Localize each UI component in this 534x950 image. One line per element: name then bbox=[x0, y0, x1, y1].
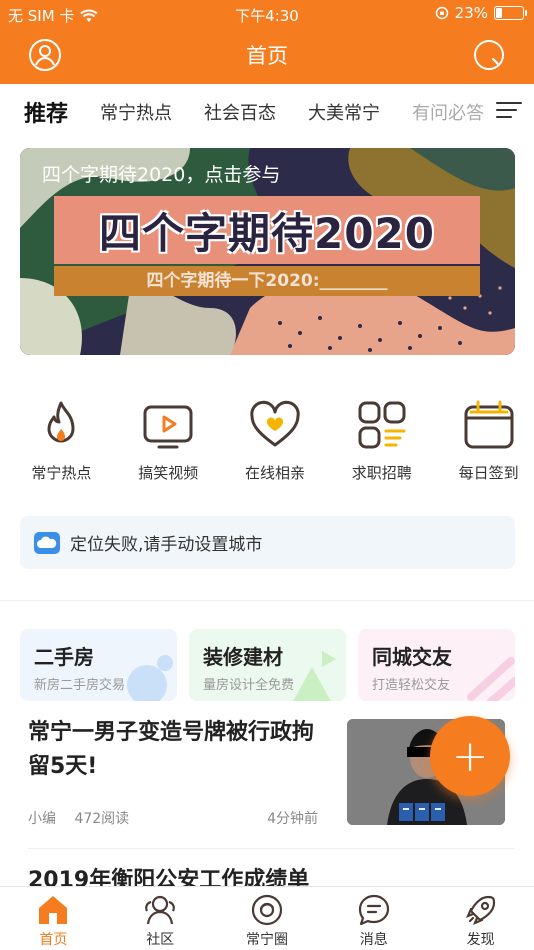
nav-circle[interactable]: 常宁圈 bbox=[214, 887, 321, 950]
feature-label: 常宁热点 bbox=[31, 464, 92, 482]
news-headline[interactable]: 常宁一男子变造号牌被行政拘留5天! bbox=[28, 716, 328, 784]
tab-society[interactable]: 社会百态 bbox=[204, 99, 276, 125]
nav-home[interactable]: 首页 bbox=[0, 887, 107, 950]
triangles-decoration-icon bbox=[293, 651, 336, 701]
nav-label: 常宁圈 bbox=[245, 932, 288, 948]
channel-menu-icon[interactable] bbox=[496, 102, 522, 122]
location-notice[interactable]: 定位失败,请手动设置城市 bbox=[20, 516, 515, 569]
rocket-icon bbox=[465, 895, 495, 926]
orientation-lock-icon bbox=[435, 6, 448, 20]
feature-dating[interactable]: 在线相亲 bbox=[230, 398, 321, 483]
banner-headline: 四个字期待2020 bbox=[54, 196, 480, 264]
app-header: 无 SIM 卡 下午4:30 23% 首页 bbox=[0, 0, 534, 84]
nav-community[interactable]: 社区 bbox=[107, 887, 214, 950]
feature-label: 每日签到 bbox=[458, 464, 519, 482]
promo-banner[interactable]: 四个字期待2020，点击参与 四个字期待2020 四个字期待一下2020:___… bbox=[20, 148, 515, 355]
nav-label: 首页 bbox=[39, 932, 68, 948]
stripes-decoration-icon bbox=[467, 657, 515, 701]
nav-discover[interactable]: 发现 bbox=[427, 887, 534, 950]
feature-label: 求职招聘 bbox=[351, 464, 412, 482]
page-title: 首页 bbox=[246, 44, 288, 68]
location-notice-text: 定位失败,请手动设置城市 bbox=[70, 535, 263, 555]
status-bar: 无 SIM 卡 下午4:30 23% bbox=[0, 0, 534, 28]
feature-label: 在线相亲 bbox=[244, 464, 305, 482]
message-icon bbox=[358, 894, 389, 926]
banner-subtitle: 四个字期待一下2020:________ bbox=[54, 266, 480, 296]
feature-video[interactable]: 搞笑视频 bbox=[123, 398, 214, 483]
calendar-icon bbox=[464, 400, 514, 449]
grid-list-icon bbox=[358, 401, 406, 449]
feature-shortcuts: 常宁热点 搞笑视频 在线相亲 求职招聘 每日签到 bbox=[0, 398, 534, 483]
channel-tabs: 推荐 常宁热点 社会百态 大美常宁 有问必答 bbox=[0, 84, 534, 140]
feature-hot[interactable]: 常宁热点 bbox=[16, 398, 107, 483]
nav-label: 发现 bbox=[466, 932, 495, 948]
cloud-icon bbox=[34, 531, 60, 554]
tab-recommend[interactable]: 推荐 bbox=[24, 96, 69, 132]
nav-label: 社区 bbox=[146, 932, 175, 948]
news-meta: 小编 472阅读 4分钟前 bbox=[28, 808, 318, 828]
news-item[interactable]: 常宁一男子变造号牌被行政拘留5天! bbox=[28, 716, 328, 784]
news-time: 4分钟前 bbox=[267, 811, 318, 827]
news-author: 小编 bbox=[28, 811, 56, 827]
tab-hot[interactable]: 常宁热点 bbox=[100, 99, 172, 125]
home-icon bbox=[39, 896, 68, 924]
feature-jobs[interactable]: 求职招聘 bbox=[336, 398, 427, 483]
circle-feed-icon bbox=[251, 894, 283, 926]
section-divider bbox=[0, 600, 534, 601]
card-make-friends[interactable]: 同城交友 打造轻松交友 bbox=[358, 629, 515, 701]
card-second-hand-house[interactable]: 二手房 新房二手房交易 bbox=[20, 629, 177, 701]
news-reads: 472阅读 bbox=[74, 811, 130, 827]
battery-icon bbox=[494, 6, 527, 20]
tab-qa[interactable]: 有问必答 bbox=[412, 99, 484, 125]
nav-messages[interactable]: 消息 bbox=[320, 887, 427, 950]
community-icon bbox=[145, 895, 176, 925]
heart-icon bbox=[250, 400, 300, 447]
feature-checkin[interactable]: 每日签到 bbox=[443, 398, 534, 483]
nav-label: 消息 bbox=[359, 932, 388, 948]
search-icon[interactable] bbox=[472, 38, 506, 72]
banner-caption: 四个字期待2020，点击参与 bbox=[42, 164, 281, 186]
bottom-nav: 首页 社区 常宁圈 消息 发现 bbox=[0, 886, 534, 950]
feature-label: 搞笑视频 bbox=[138, 464, 199, 482]
category-cards: 二手房 新房二手房交易 装修建材 量房设计全免费 同城交友 打造轻松交友 bbox=[20, 629, 534, 701]
battery-percent: 23% bbox=[454, 4, 488, 22]
video-play-icon bbox=[143, 405, 193, 449]
add-post-button[interactable]: + bbox=[430, 716, 510, 796]
tab-beauty[interactable]: 大美常宁 bbox=[308, 99, 380, 125]
card-decoration[interactable]: 装修建材 量房设计全免费 bbox=[189, 629, 346, 701]
circles-decoration-icon bbox=[127, 655, 173, 701]
news-divider bbox=[28, 848, 514, 849]
flame-icon bbox=[47, 401, 75, 443]
